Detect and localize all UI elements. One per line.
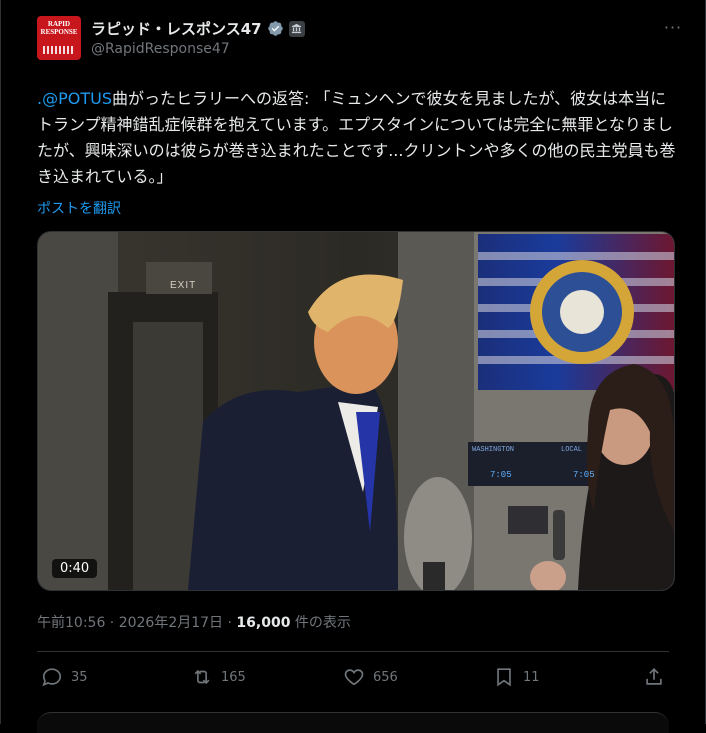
video-player[interactable]: EXIT WASHINGTON LOCAL 7:05 7:05 0:40 [37,231,675,591]
bookmark-icon [497,668,511,687]
author-name-row: ラピッド・レスポンス47 [91,18,305,39]
views-label: 件の表示 [290,615,351,631]
post-timestamp[interactable]: 午前10:56 · 2026年2月17日 · [37,615,236,631]
verified-badge-icon [267,21,283,36]
action-bar: 35 165 656 11 [37,662,685,696]
like-button[interactable]: 656 [343,666,398,688]
avatar-logo-graphic [43,46,75,54]
video-duration-badge: 0:40 [52,559,98,578]
more-options-icon[interactable]: ··· [661,20,685,40]
divider [37,651,669,652]
repost-button[interactable]: 165 [191,666,246,688]
heart-icon [344,669,364,686]
repost-count: 165 [221,669,246,685]
exit-sign: EXIT [170,280,197,291]
clock-label-right: LOCAL [561,446,583,454]
mention-link[interactable]: .@POTUS [37,89,112,108]
avatar-logo-text: RAPID RESPONSE [40,20,78,36]
share-icon [646,668,662,685]
clock-time-right: 7:05 [573,470,595,480]
bookmark-button[interactable]: 11 [493,666,540,688]
reply-button[interactable]: 35 [41,666,88,688]
government-affiliation-icon [288,20,305,37]
clock-label-left: WASHINGTON [472,446,515,454]
video-frame [38,232,674,590]
author-handle[interactable]: @RapidResponse47 [91,41,230,57]
post-header: RAPID RESPONSE ラピッド・レスポンス47 @RapidRespon… [37,16,685,64]
next-post-card [37,712,669,733]
like-count: 656 [373,669,398,685]
share-button[interactable] [643,666,665,688]
avatar[interactable]: RAPID RESPONSE [37,16,81,60]
post-text: .@POTUS曲がったヒラリーへの返答: 「ミュンヘンで彼女を見ましたが、彼女は… [37,86,677,190]
clock-time-left: 7:05 [490,470,512,480]
repost-icon [194,669,210,685]
post-container: RAPID RESPONSE ラピッド・レスポンス47 @RapidRespon… [0,0,706,733]
translate-post-link[interactable]: ポストを翻訳 [37,198,121,218]
author-name[interactable]: ラピッド・レスポンス47 [91,18,262,39]
reply-count: 35 [71,669,88,685]
post-metadata: 午前10:56 · 2026年2月17日 · 16,000 件の表示 [37,612,351,632]
bookmark-count: 11 [523,669,540,685]
reply-icon [42,668,62,687]
post-body: 曲がったヒラリーへの返答: 「ミュンヘンで彼女を見ましたが、彼女は本当にトランプ… [37,89,676,186]
views-count[interactable]: 16,000 [236,615,290,631]
